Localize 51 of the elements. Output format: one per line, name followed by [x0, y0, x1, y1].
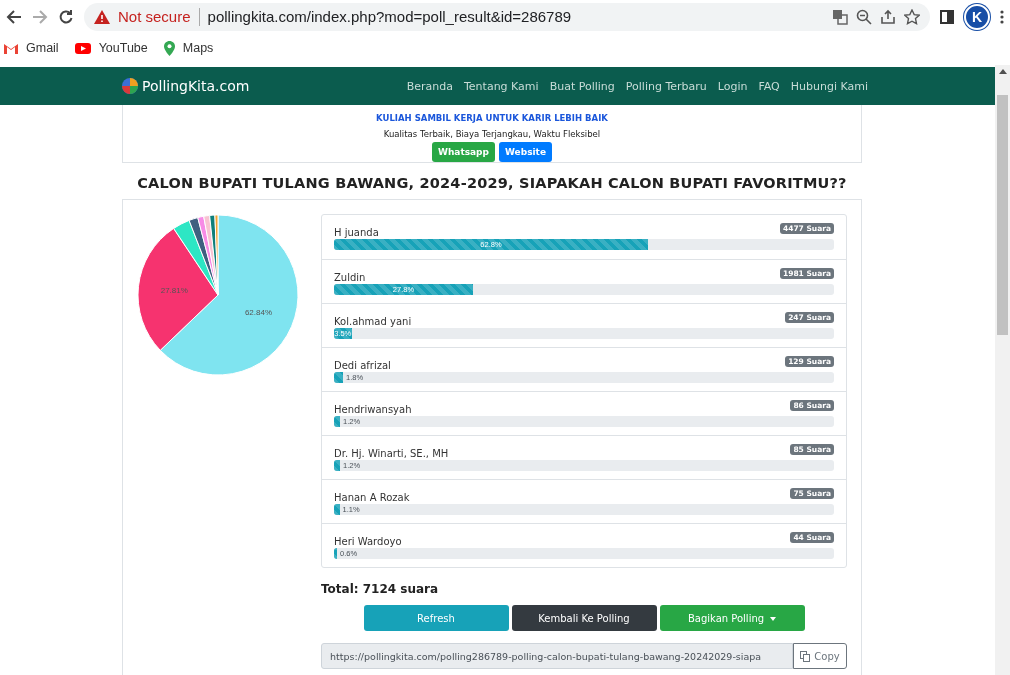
candidate-name: Hanan A Rozak: [334, 492, 410, 504]
copy-button[interactable]: Copy: [793, 643, 847, 669]
map-pin-icon: [163, 40, 175, 56]
slice-label: 62.84%: [244, 308, 273, 318]
more-icon[interactable]: [1000, 9, 1004, 24]
warning-icon: [94, 9, 110, 24]
candidate-name: Kol.ahmad yani: [334, 316, 412, 328]
url-text: pollingkita.com/index.php?mod=poll_result&id=286789: [207, 8, 573, 25]
candidate-name: Hendriwansyah: [334, 404, 412, 416]
scrollbar[interactable]: [995, 65, 1010, 675]
share-button[interactable]: Bagikan Polling: [659, 605, 805, 631]
share-url-field[interactable]: https://pollingkita.com/polling286789-polling-calon-bupati-tulang-bawang-20242029-siapa: [321, 643, 793, 669]
website-button[interactable]: Website: [499, 142, 552, 162]
ad-headline: KULIAH SAMBIL KERJA UNTUK KARIR LEBIH BAIK: [375, 113, 609, 123]
sidebar-icon[interactable]: [940, 9, 954, 24]
nav-link[interactable]: Tentang Kami: [464, 79, 539, 93]
refresh-button[interactable]: Refresh: [363, 605, 509, 631]
nav-link[interactable]: Beranda: [406, 79, 453, 93]
bookmark[interactable]: Gmail: [4, 41, 59, 55]
nav-link[interactable]: Polling Terbaru: [625, 79, 707, 93]
profile-avatar[interactable]: K: [964, 3, 990, 30]
nav-link[interactable]: FAQ: [758, 79, 780, 93]
star-icon[interactable]: [904, 8, 920, 25]
security-warning: Not secure: [118, 8, 191, 25]
translate-icon[interactable]: [832, 8, 848, 25]
mail-icon: [4, 42, 18, 54]
copy-icon: [800, 650, 812, 662]
poll-title: CALON BUPATI TULANG BAWANG, 2024-2029, SIAPAKAH CALON BUPATI FAVORITMU??: [136, 175, 848, 191]
candidate-name: H juanda: [334, 227, 379, 239]
nav-link[interactable]: Login: [717, 79, 748, 93]
pie-logo-icon: [122, 78, 138, 94]
share-icon[interactable]: [880, 8, 896, 25]
bookmark[interactable]: Maps: [163, 40, 214, 56]
back-button[interactable]: Kembali Ke Polling: [511, 605, 657, 631]
candidate-name: Zuldin: [334, 272, 366, 284]
zoom-icon[interactable]: [856, 8, 872, 25]
total-votes: Total: 7124 suara: [321, 582, 440, 596]
bookmark[interactable]: YouTube: [74, 41, 148, 55]
ad-tagline: Kualitas Terbaik, Biaya Terjangkau, Waktu Fleksibel: [382, 129, 602, 139]
candidate-name: Dedi afrizal: [334, 360, 391, 372]
slice-label: 27.81%: [160, 286, 188, 296]
nav-link[interactable]: Hubungi Kami: [790, 79, 868, 93]
nav-link[interactable]: Buat Polling: [549, 79, 615, 93]
candidate-name: Dr. Hj. Winarti, SE., MH: [334, 448, 449, 460]
candidate-name: Heri Wardoyo: [334, 536, 402, 548]
site-brand[interactable]: PollingKita.com: [142, 78, 250, 94]
play-icon: [74, 42, 91, 54]
back-icon[interactable]: [6, 8, 22, 25]
reload-icon[interactable]: [58, 8, 74, 25]
address-bar[interactable]: Not secure pollingkita.com/index.php?mod=poll_result&id=286789: [84, 2, 930, 31]
whatsapp-button[interactable]: Whatsapp: [431, 142, 495, 162]
